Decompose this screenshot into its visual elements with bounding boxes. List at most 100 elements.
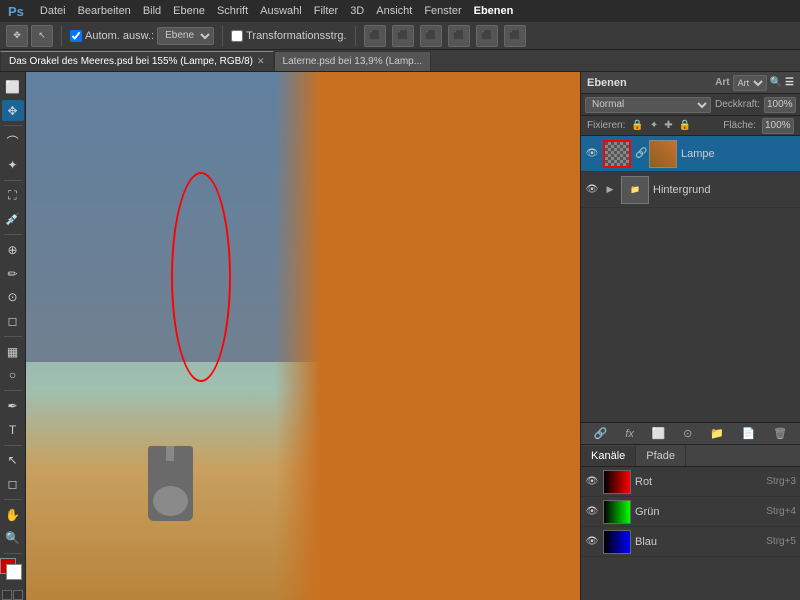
menu-3d[interactable]: 3D	[350, 5, 364, 17]
layer-hintergrund-eye[interactable]: 👁	[585, 183, 599, 197]
channels-panel: Kanäle Pfade 👁 Rot Strg+3 👁 Grün Strg+4	[581, 445, 800, 600]
fx-btn[interactable]: fx	[625, 428, 634, 440]
opacity-label: Deckkraft:	[715, 99, 760, 110]
tab-kanaele[interactable]: Kanäle	[581, 446, 636, 466]
channel-rot-shortcut: Strg+3	[766, 476, 796, 487]
layers-panel-title: Ebenen	[587, 77, 627, 89]
tab-laterne-label: Laterne.psd bei 13,9% (Lamp...	[283, 56, 423, 67]
menu-ansicht[interactable]: Ansicht	[376, 5, 412, 17]
dodge-tool[interactable]: ○	[2, 365, 24, 387]
color-swatch[interactable]	[0, 558, 26, 584]
align-left-icon[interactable]: ⬛	[364, 25, 386, 47]
channel-blau-eye[interactable]: 👁	[585, 535, 599, 549]
fix-icon-lock[interactable]: 🔒	[631, 120, 643, 131]
delete-layer-btn[interactable]: 🗑	[773, 427, 787, 440]
blend-mode-select[interactable]: Normal	[585, 97, 711, 113]
adjustment-btn[interactable]: ⊙	[683, 427, 692, 440]
fix-icon-artboard[interactable]: 🔒	[679, 120, 691, 131]
layer-hintergrund-expand[interactable]: ▶	[603, 183, 617, 197]
layers-panel-header: Ebenen Art Art 🔍 ☰	[581, 72, 800, 94]
channel-blau[interactable]: 👁 Blau Strg+5	[581, 527, 800, 557]
align-bottom-icon[interactable]: ⬛	[504, 25, 526, 47]
eraser-tool[interactable]: ◻	[2, 310, 24, 332]
pen-tool[interactable]: ✒	[2, 395, 24, 417]
auto-select-checkbox[interactable]	[70, 30, 82, 42]
align-center-icon[interactable]: ⬛	[392, 25, 414, 47]
layer-lampe[interactable]: 👁 🔗 Lampe Zeigt die Verbindung von Ebene…	[581, 136, 800, 172]
fix-icon-transform[interactable]: ✚	[664, 120, 672, 131]
tab-orakel[interactable]: Das Orakel des Meeres.psd bei 155% (Lamp…	[0, 51, 274, 71]
lasso-tool[interactable]: ⌒	[2, 130, 24, 152]
layer-lampe-link[interactable]: 🔗	[635, 148, 645, 159]
gradient-tool[interactable]: ▦	[2, 341, 24, 363]
menu-bar: Ps Datei Bearbeiten Bild Ebene Schrift A…	[0, 0, 800, 22]
move-tool-options: ✥ ↖	[6, 25, 53, 47]
clone-tool[interactable]: ⊙	[2, 286, 24, 308]
new-group-btn[interactable]: 📁	[710, 427, 724, 440]
heal-tool[interactable]: ⊕	[2, 239, 24, 261]
tool-sep-2	[4, 180, 22, 181]
layer-lampe-eye[interactable]: 👁	[585, 147, 599, 161]
tab-pfade[interactable]: Pfade	[636, 446, 686, 466]
new-layer-btn[interactable]: 📄	[742, 427, 756, 440]
fix-icon-move[interactable]: ✦	[650, 120, 658, 131]
quick-mask-icon[interactable]	[2, 590, 12, 600]
brush-tool[interactable]: ✏	[2, 263, 24, 285]
add-mask-btn[interactable]: ⬜	[652, 427, 666, 440]
channel-gruen[interactable]: 👁 Grün Strg+4	[581, 497, 800, 527]
layer-select-dropdown[interactable]: Ebene	[157, 27, 214, 45]
text-tool[interactable]: T	[2, 419, 24, 441]
path-select-tool[interactable]: ↖	[2, 450, 24, 472]
tab-laterne[interactable]: Laterne.psd bei 13,9% (Lamp...	[274, 51, 432, 71]
layers-actions: 🔗 fx ⬜ ⊙ 📁 📄 🗑	[581, 422, 800, 444]
eyedropper-tool[interactable]: 💉	[2, 208, 24, 230]
menu-datei[interactable]: Datei	[40, 5, 66, 17]
magic-wand-tool[interactable]: ✦	[2, 154, 24, 176]
channel-rot[interactable]: 👁 Rot Strg+3	[581, 467, 800, 497]
select-icon[interactable]: ↖	[31, 25, 53, 47]
fix-label: Fixieren:	[587, 120, 625, 131]
filter-icon[interactable]: 🔍	[770, 77, 782, 88]
main-area: ⬜ ✥ ⌒ ✦ ⛶ 💉 ⊕ ✏ ⊙ ◻ ▦ ○ ✒ T ↖ ◻ ✋ 🔍	[0, 72, 800, 600]
menu-fenster[interactable]: Fenster	[424, 5, 461, 17]
search-art-label: Art	[715, 77, 729, 88]
menu-filter[interactable]: Filter	[314, 5, 338, 17]
tab-orakel-close[interactable]: ✕	[257, 56, 265, 67]
toolbar-sep-2	[222, 26, 223, 46]
channel-rot-eye[interactable]: 👁	[585, 475, 599, 489]
layer-lampe-name: Lampe	[681, 148, 796, 160]
channel-blau-shortcut: Strg+5	[766, 536, 796, 547]
menu-auswahl[interactable]: Auswahl	[260, 5, 302, 17]
transform-checkbox[interactable]	[231, 30, 243, 42]
crop-tool[interactable]: ⛶	[2, 185, 24, 207]
channel-gruen-eye[interactable]: 👁	[585, 505, 599, 519]
hand-tool[interactable]: ✋	[2, 504, 24, 526]
move-icon[interactable]: ✥	[6, 25, 28, 47]
panel-options-icon[interactable]: ☰	[785, 77, 794, 88]
layer-lampe-thumb	[649, 140, 677, 168]
menu-bild[interactable]: Bild	[143, 5, 161, 17]
opacity-input[interactable]	[764, 97, 796, 113]
align-top-icon[interactable]: ⬛	[448, 25, 470, 47]
background-color[interactable]	[6, 564, 22, 580]
shape-tool[interactable]: ◻	[2, 473, 24, 495]
tool-sep-3	[4, 234, 22, 235]
tool-sep-4	[4, 336, 22, 337]
align-right-icon[interactable]: ⬛	[420, 25, 442, 47]
marquee-tool[interactable]: ⬜	[2, 76, 24, 98]
zoom-tool[interactable]: 🔍	[2, 528, 24, 550]
move-tool[interactable]: ✥	[2, 100, 24, 122]
tool-sep-6	[4, 445, 22, 446]
channel-gruen-name: Grün	[635, 506, 762, 518]
fill-input[interactable]	[762, 118, 794, 134]
menu-schrift[interactable]: Schrift	[217, 5, 248, 17]
menu-ebene[interactable]: Ebene	[173, 5, 205, 17]
filter-kind-select[interactable]: Art	[733, 75, 767, 91]
canvas-area	[26, 72, 580, 600]
layer-hintergrund[interactable]: 👁 ▶ 📁 Hintergrund	[581, 172, 800, 208]
link-layers-btn[interactable]: 🔗	[594, 427, 608, 440]
align-mid-icon[interactable]: ⬛	[476, 25, 498, 47]
screen-mode-icon[interactable]	[13, 590, 23, 600]
menu-ebenen[interactable]: Ebenen	[474, 5, 514, 17]
menu-bearbeiten[interactable]: Bearbeiten	[78, 5, 131, 17]
